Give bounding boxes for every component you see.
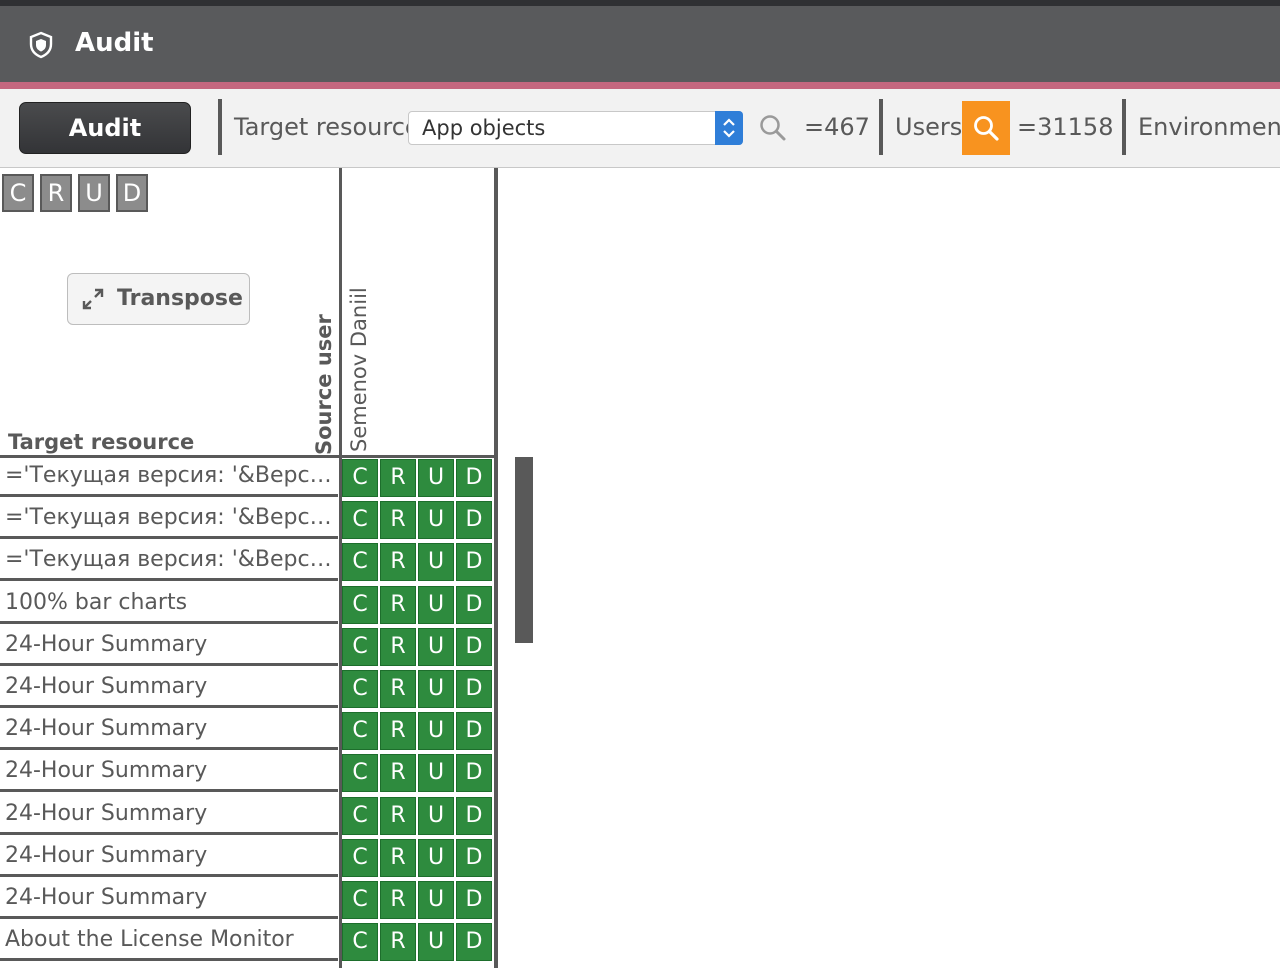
crud-cell[interactable]: R — [380, 585, 416, 624]
search-icon — [974, 116, 999, 141]
table-right-border — [494, 168, 498, 968]
table-row-label[interactable]: 24-Hour Summary — [0, 668, 338, 708]
toolbar: Audit Target resource App objects =467 U… — [0, 89, 1280, 168]
app-header: Audit — [0, 6, 1280, 82]
crud-cell[interactable]: U — [418, 670, 454, 708]
table-row-label[interactable]: 24-Hour Summary — [0, 837, 338, 877]
crud-cell[interactable]: U — [418, 585, 454, 624]
crud-cell[interactable]: C — [342, 670, 378, 708]
users-search-button[interactable] — [962, 101, 1010, 155]
crud-cell[interactable]: C — [342, 754, 378, 793]
crud-cell[interactable]: C — [342, 838, 378, 877]
target-resource-select[interactable]: App objects — [408, 111, 743, 145]
crud-cell[interactable]: D — [456, 459, 492, 497]
chevron-updown-icon[interactable] — [715, 111, 743, 145]
crud-cell[interactable]: U — [418, 923, 454, 962]
target-resource-count: =467 — [804, 113, 870, 141]
header-accent-bar — [0, 82, 1280, 89]
toolbar-divider — [879, 99, 883, 155]
search-icon[interactable] — [758, 113, 788, 143]
crud-cell[interactable]: D — [456, 712, 492, 751]
crud-cell[interactable]: C — [342, 923, 378, 962]
crud-cell[interactable]: C — [342, 881, 378, 919]
crud-cell[interactable]: U — [418, 627, 454, 666]
audit-button[interactable]: Audit — [19, 102, 191, 154]
crud-cell[interactable]: R — [380, 881, 416, 919]
crud-cell[interactable]: U — [418, 754, 454, 793]
crud-cell[interactable]: D — [456, 501, 492, 540]
users-label: Users — [895, 113, 963, 141]
shield-icon — [29, 31, 53, 59]
transpose-button[interactable]: Transpose — [67, 273, 250, 325]
crud-cell[interactable]: R — [380, 796, 416, 835]
crud-cell[interactable]: R — [380, 838, 416, 877]
table-row-label[interactable]: About the License Monitor — [0, 921, 338, 962]
toolbar-divider — [1122, 99, 1126, 155]
crud-cell[interactable]: R — [380, 501, 416, 540]
crud-cell[interactable]: U — [418, 881, 454, 919]
legend-delete[interactable]: D — [116, 174, 148, 212]
crud-cell[interactable]: U — [418, 459, 454, 497]
crud-cell[interactable]: D — [456, 585, 492, 624]
crud-cell[interactable]: R — [380, 923, 416, 962]
crud-cell[interactable]: R — [380, 459, 416, 497]
table-row-label[interactable]: 24-Hour Summary — [0, 879, 338, 919]
crud-cell[interactable]: R — [380, 670, 416, 708]
crud-cell[interactable]: U — [418, 796, 454, 835]
row-dimension-header: Target resource — [8, 430, 195, 454]
column-dimension-header: Source user — [312, 314, 336, 455]
crud-cell[interactable]: D — [456, 838, 492, 877]
crud-cell[interactable]: D — [456, 881, 492, 919]
table-row-label[interactable]: ='Текущая версия: '&Верси... — [0, 457, 338, 497]
crud-cell[interactable]: C — [342, 543, 378, 582]
transpose-label: Transpose — [117, 286, 243, 311]
crud-cell[interactable]: U — [418, 838, 454, 877]
crud-cell[interactable]: D — [456, 670, 492, 708]
crud-cell[interactable]: C — [342, 585, 378, 624]
crud-cell[interactable]: R — [380, 754, 416, 793]
crud-cell[interactable]: C — [342, 627, 378, 666]
toolbar-divider — [218, 99, 222, 155]
target-resource-value: App objects — [422, 116, 546, 140]
crud-cell[interactable]: D — [456, 627, 492, 666]
table-row-label[interactable]: 100% bar charts — [0, 584, 338, 624]
crud-cell[interactable]: U — [418, 712, 454, 751]
legend-read[interactable]: R — [40, 174, 72, 212]
table-row-label[interactable]: 24-Hour Summary — [0, 752, 338, 793]
crud-cell[interactable]: R — [380, 543, 416, 582]
crud-cell[interactable]: U — [418, 501, 454, 540]
table-row-label[interactable]: ='Текущая версия: '&Верси... — [0, 499, 338, 540]
column-header-user[interactable]: Semenov Daniil — [345, 287, 373, 452]
expand-arrows-icon — [82, 288, 104, 310]
table-row-label[interactable]: 24-Hour Summary — [0, 795, 338, 835]
legend-create[interactable]: C — [2, 174, 34, 212]
users-count: =31158 — [1017, 113, 1114, 141]
crud-cell[interactable]: C — [342, 459, 378, 497]
crud-cell[interactable]: C — [342, 712, 378, 751]
crud-cell[interactable]: C — [342, 796, 378, 835]
legend-update[interactable]: U — [78, 174, 110, 212]
table-row-label[interactable]: 24-Hour Summary — [0, 626, 338, 666]
app-title: Audit — [75, 28, 154, 58]
environment-label: Environment — [1138, 113, 1280, 141]
crud-cell[interactable]: U — [418, 543, 454, 582]
crud-cell[interactable]: D — [456, 796, 492, 835]
crud-cell[interactable]: C — [342, 501, 378, 540]
crud-cell[interactable]: D — [456, 543, 492, 582]
table-row-label[interactable]: ='Текущая версия: '&Верси... — [0, 541, 338, 582]
crud-cell[interactable]: R — [380, 712, 416, 751]
crud-cell[interactable]: D — [456, 923, 492, 962]
vertical-scrollbar[interactable] — [515, 457, 533, 643]
crud-cell[interactable]: R — [380, 627, 416, 666]
crud-cell[interactable]: D — [456, 754, 492, 793]
target-resource-label: Target resource — [234, 113, 420, 141]
table-row-label[interactable]: 24-Hour Summary — [0, 710, 338, 751]
